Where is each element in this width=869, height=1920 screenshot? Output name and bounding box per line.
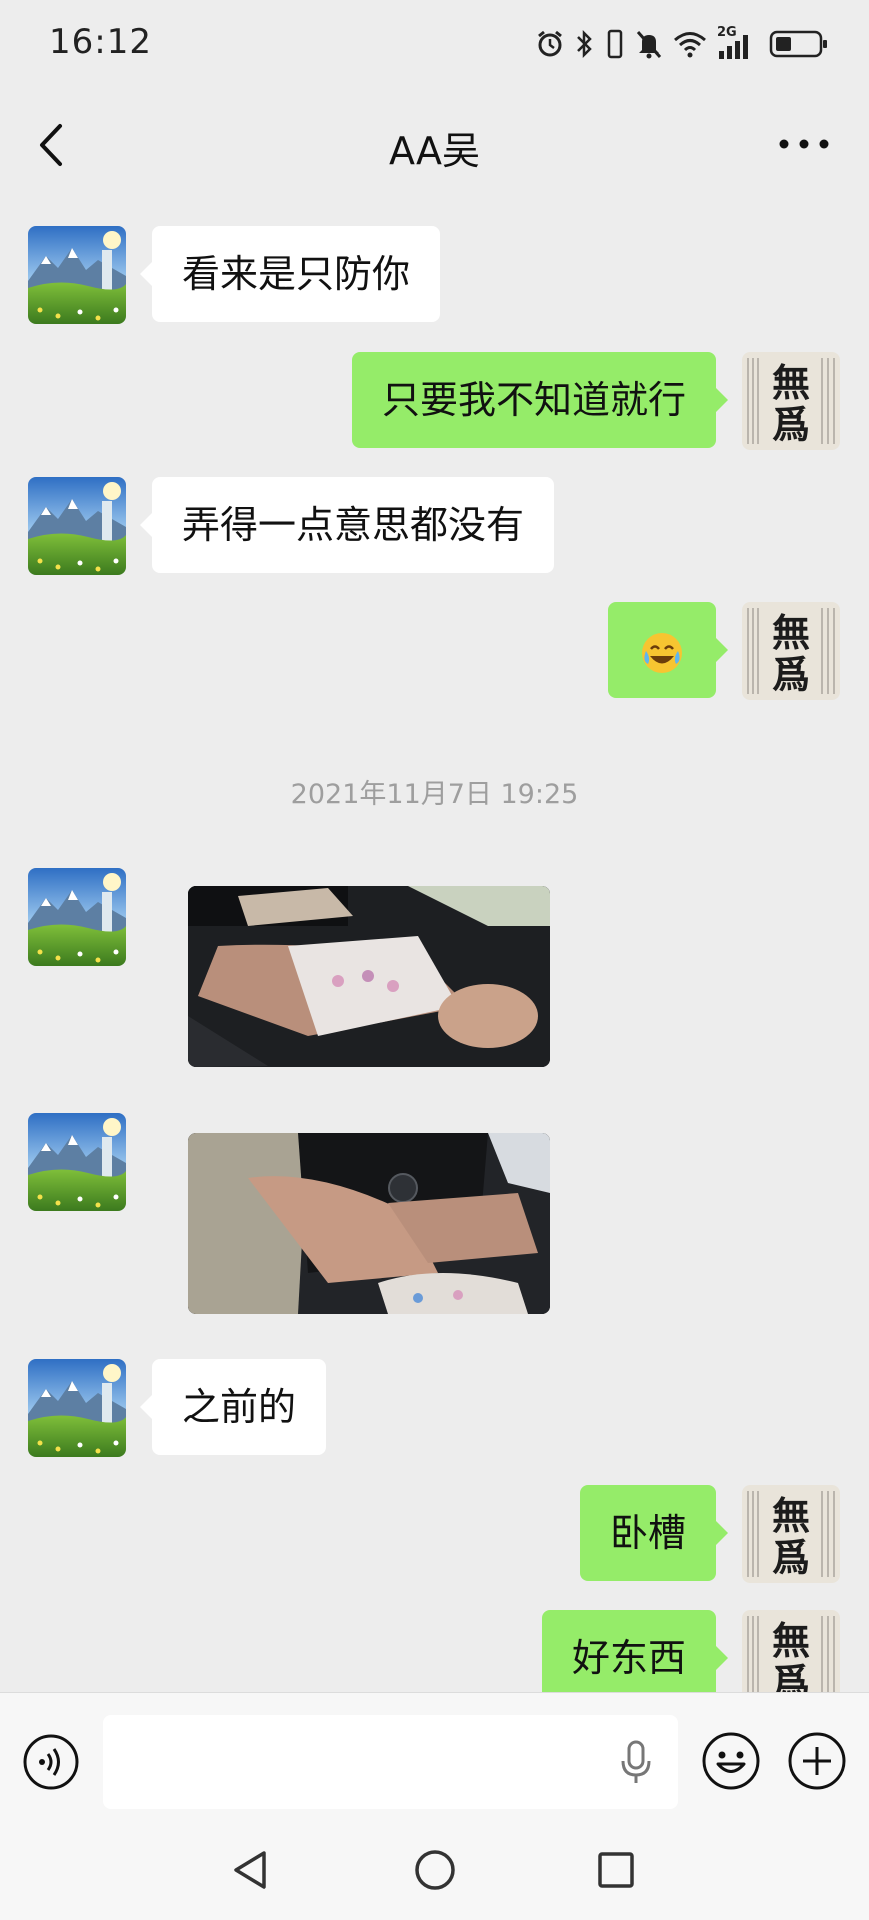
contact-avatar[interactable] xyxy=(28,477,126,575)
message-bubble-incoming[interactable]: 弄得一点意思都没有 xyxy=(139,477,555,573)
emoji-message-bubble[interactable] xyxy=(608,602,728,698)
mute-icon xyxy=(636,31,662,59)
chat-input-bar xyxy=(0,1692,869,1821)
voice-mode-button[interactable] xyxy=(22,1733,80,1791)
emoji-button[interactable] xyxy=(701,1731,761,1791)
wifi-icon xyxy=(674,32,706,58)
battery-icon xyxy=(769,30,827,58)
more-button[interactable] xyxy=(769,114,839,174)
system-navigation-bar xyxy=(0,1820,869,1920)
more-actions-button[interactable] xyxy=(787,1731,847,1791)
circle-home-icon xyxy=(415,1850,455,1890)
status-bar: 16:12 2G xyxy=(0,0,869,90)
system-back-button[interactable] xyxy=(228,1847,274,1893)
smiley-icon xyxy=(702,1732,760,1790)
message-bubble-outgoing[interactable]: 只要我不知道就行 xyxy=(351,352,729,448)
system-recents-button[interactable] xyxy=(594,1848,638,1892)
message-timestamp: 2021年11月7日 19:25 xyxy=(290,779,579,810)
image-message[interactable] xyxy=(188,1133,550,1314)
self-avatar[interactable] xyxy=(742,352,840,450)
self-avatar[interactable] xyxy=(742,602,840,700)
image-message[interactable] xyxy=(188,886,550,1067)
self-avatar[interactable] xyxy=(742,1485,840,1583)
signal-icon: 2G xyxy=(717,25,759,61)
bluetooth-icon xyxy=(577,29,592,59)
chat-header: AA吴 xyxy=(0,90,869,200)
car-interior-photo-2 xyxy=(188,1133,550,1314)
message-input[interactable] xyxy=(103,1715,678,1809)
car-interior-photo-1 xyxy=(188,886,550,1067)
status-icons: 2G xyxy=(535,24,829,64)
vibrate-icon xyxy=(607,29,623,59)
contact-avatar[interactable] xyxy=(28,1113,126,1211)
more-dots-icon xyxy=(779,139,829,149)
square-recents-icon xyxy=(598,1852,634,1888)
message-bubble-incoming[interactable]: 看来是只防你 xyxy=(139,226,441,322)
contact-avatar[interactable] xyxy=(28,868,126,966)
contact-avatar[interactable] xyxy=(28,226,126,324)
chat-title: AA吴 xyxy=(388,129,481,173)
microphone-button[interactable] xyxy=(618,1739,654,1785)
alarm-icon xyxy=(538,30,562,57)
system-home-button[interactable] xyxy=(412,1847,458,1893)
message-bubble-outgoing[interactable]: 卧槽 xyxy=(579,1485,729,1581)
plus-icon xyxy=(788,1732,846,1790)
laughing-crying-emoji-icon xyxy=(642,632,682,673)
triangle-back-icon xyxy=(234,1851,266,1889)
microphone-icon xyxy=(621,1740,651,1783)
message-bubble-incoming[interactable]: 之前的 xyxy=(139,1359,327,1455)
contact-avatar[interactable] xyxy=(28,1359,126,1457)
voice-icon xyxy=(23,1734,79,1790)
status-time: 16:12 xyxy=(49,22,152,62)
